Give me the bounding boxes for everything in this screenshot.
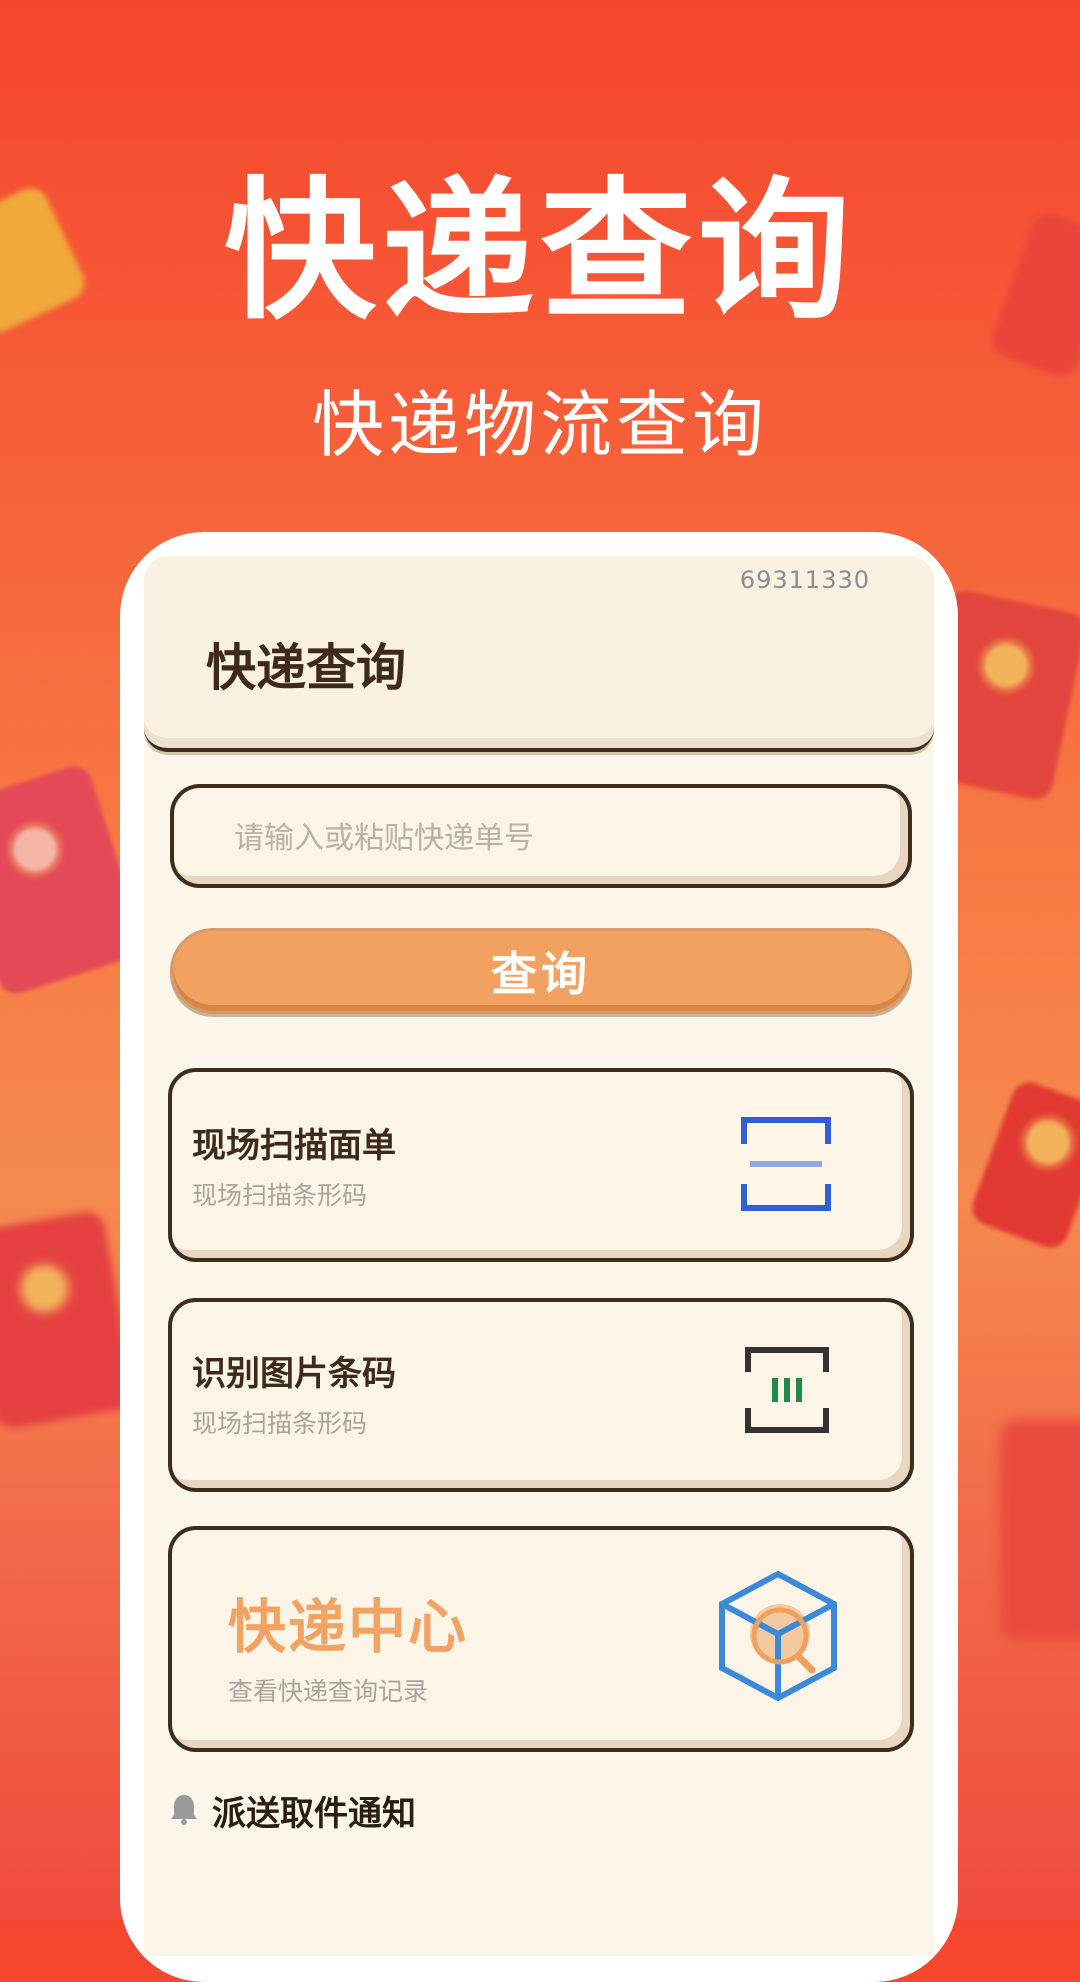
option-subtitle: 现场扫描条形码 — [192, 1409, 368, 1438]
version-code: 69311330 — [739, 566, 870, 594]
delivery-notice[interactable]: 派送取件通知 — [170, 1786, 416, 1835]
query-button[interactable]: 查询 — [170, 928, 912, 1014]
option-title: 识别图片条码 — [192, 1354, 396, 1394]
hero-title: 快递查询 — [224, 163, 856, 340]
decor-envelope — [0, 1209, 137, 1431]
hero-subtitle: 快递物流查询 — [311, 383, 768, 467]
courier-center-title: 快递中心 — [228, 1593, 469, 1661]
option-subtitle: 现场扫描条形码 — [192, 1181, 368, 1210]
package-search-icon — [716, 1568, 840, 1708]
scan-frame-icon — [740, 1116, 832, 1216]
notice-label: 派送取件通知 — [212, 1794, 416, 1834]
courier-center-subtitle: 查看快递查询记录 — [228, 1677, 429, 1706]
bell-icon — [170, 1793, 198, 1829]
page-title: 快递查询 — [206, 639, 406, 697]
tracking-number-input[interactable] — [232, 812, 816, 864]
option-title: 现场扫描面单 — [192, 1126, 396, 1166]
decor-envelope — [1000, 1420, 1080, 1640]
decor-envelope — [967, 1077, 1080, 1253]
barcode-image-icon — [744, 1346, 830, 1438]
